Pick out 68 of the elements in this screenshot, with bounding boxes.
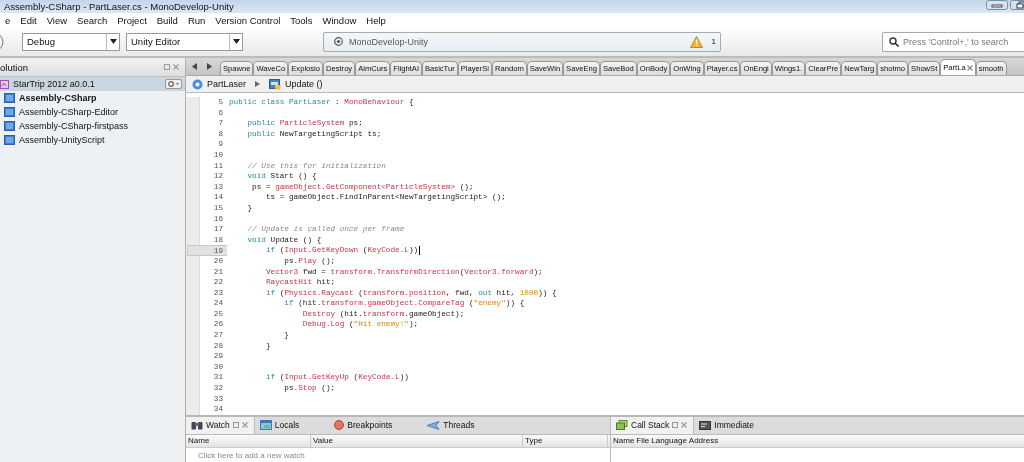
search-icon [889, 36, 899, 47]
panel-title: olution [0, 61, 29, 73]
tree-item[interactable]: Assembly-CSharp-Editor [0, 105, 185, 119]
column-header[interactable]: Name [611, 434, 635, 447]
menu-item[interactable]: Window [317, 14, 362, 26]
panel-tab[interactable]: Breakpoints [329, 416, 423, 434]
menu-item[interactable]: Tools [285, 14, 318, 26]
tree-item[interactable]: StarTrip 2012 a0.0.1 [0, 77, 185, 91]
solution-icon [0, 79, 9, 89]
close-icon[interactable] [173, 64, 179, 70]
caret-icon [109, 39, 117, 44]
menu-item[interactable]: Build [151, 14, 183, 26]
search-field[interactable]: Press 'Control+,' to search [882, 31, 1024, 52]
menu-item[interactable]: Search [72, 14, 113, 26]
scroll-right-icon[interactable] [207, 62, 212, 70]
panel-tab[interactable]: Locals [254, 416, 330, 434]
class-icon [192, 78, 203, 90]
dropdown[interactable]: Unity Editor [126, 32, 243, 51]
method-icon [269, 78, 282, 90]
tree-item[interactable]: Assembly-CSharp-firstpass [0, 119, 185, 133]
dock-icon[interactable] [672, 422, 679, 429]
breadcrumb-item[interactable]: PartLaser [192, 78, 247, 90]
breadcrumb-item[interactable]: Update () [269, 78, 323, 90]
project-icon [4, 135, 15, 145]
menu-item[interactable]: e [0, 14, 16, 26]
binoculars-icon [191, 420, 203, 431]
dock-icon[interactable] [164, 64, 170, 70]
close-icon[interactable] [966, 64, 973, 71]
status-icon [334, 37, 343, 46]
add-watch-row[interactable]: Click here to add a new watch [186, 447, 610, 460]
window-title: Assembly-CSharp - PartLaser.cs - MonoDevelop-Unity [4, 1, 235, 12]
dropdown[interactable]: Debug [22, 32, 120, 51]
menu-item[interactable]: Help [361, 14, 391, 26]
panel-tab[interactable]: Immediate [694, 416, 766, 434]
close-icon[interactable] [681, 422, 688, 429]
column-header[interactable]: Value [311, 434, 523, 447]
project-icon [4, 107, 15, 117]
threads-icon [427, 420, 441, 430]
breakpoint-icon [334, 420, 345, 431]
column-header[interactable]: Name [186, 434, 311, 447]
close-icon[interactable] [241, 422, 248, 429]
caret-icon [232, 39, 240, 44]
status-bar: MonoDevelop-Unity 1 [323, 31, 721, 52]
menu-item[interactable]: Run [182, 14, 211, 26]
window-icon [259, 420, 272, 431]
console-icon [699, 420, 712, 430]
column-header[interactable]: Type [523, 434, 608, 447]
column-header[interactable]: Address [686, 434, 719, 447]
scroll-left-icon[interactable] [192, 62, 197, 70]
menu-item[interactable]: Edit [15, 14, 42, 26]
panel-tab[interactable]: Threads [422, 416, 505, 434]
project-icon [4, 93, 15, 103]
warning-icon [689, 35, 703, 48]
text-cursor [419, 245, 421, 255]
dock-icon[interactable] [232, 422, 239, 429]
menu-item[interactable]: View [41, 14, 73, 26]
column-header[interactable]: File [634, 434, 650, 447]
panel-tab[interactable]: Watch [186, 416, 255, 434]
panel-tab[interactable]: Call Stack [611, 416, 695, 434]
chevron-icon [255, 81, 261, 87]
gear-menu-button[interactable] [165, 79, 182, 89]
tree-item[interactable]: Assembly-UnityScript [0, 133, 185, 147]
tree-item[interactable]: Assembly-CSharp [0, 91, 185, 105]
column-header[interactable]: Language [649, 434, 687, 447]
project-icon [4, 121, 15, 131]
menu-item[interactable]: Project [112, 14, 152, 26]
stack-icon [616, 420, 628, 431]
menu-item[interactable]: Version Control [210, 14, 286, 26]
